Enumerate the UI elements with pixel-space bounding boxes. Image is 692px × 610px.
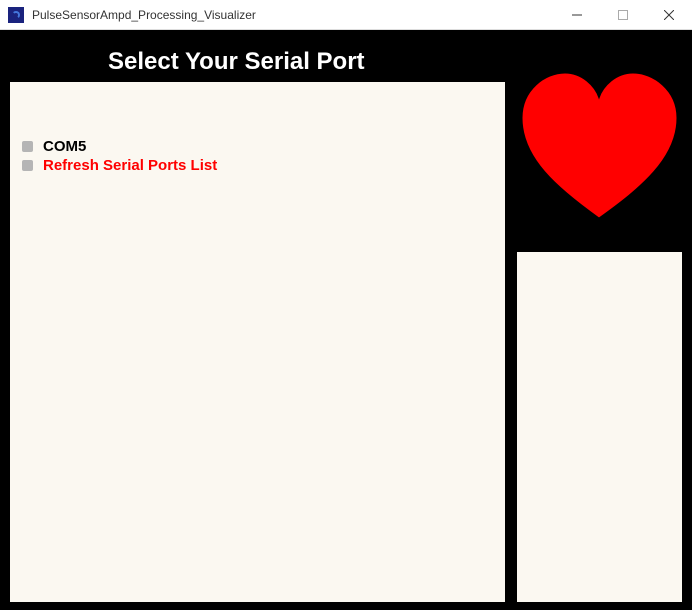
refresh-ports-option[interactable]: Refresh Serial Ports List <box>22 157 493 174</box>
minimize-button[interactable] <box>554 0 600 30</box>
window-controls <box>554 0 692 29</box>
close-button[interactable] <box>646 0 692 30</box>
refresh-label: Refresh Serial Ports List <box>43 157 217 174</box>
heart-icon <box>517 68 682 228</box>
serial-port-option[interactable]: COM5 <box>22 138 493 155</box>
radio-icon <box>22 141 33 152</box>
serial-port-list: COM5 Refresh Serial Ports List <box>10 82 505 174</box>
bpm-panel <box>517 252 682 602</box>
serial-port-panel: COM5 Refresh Serial Ports List <box>10 82 505 602</box>
maximize-button[interactable] <box>600 0 646 30</box>
app-icon <box>8 7 24 23</box>
window-titlebar: PulseSensorAmpd_Processing_Visualizer <box>0 0 692 30</box>
window-title: PulseSensorAmpd_Processing_Visualizer <box>32 8 554 22</box>
radio-icon <box>22 160 33 171</box>
page-title: Select Your Serial Port <box>108 48 365 76</box>
port-label: COM5 <box>43 138 86 155</box>
app-canvas: Select Your Serial Port COM5 Refresh Ser… <box>0 30 692 610</box>
